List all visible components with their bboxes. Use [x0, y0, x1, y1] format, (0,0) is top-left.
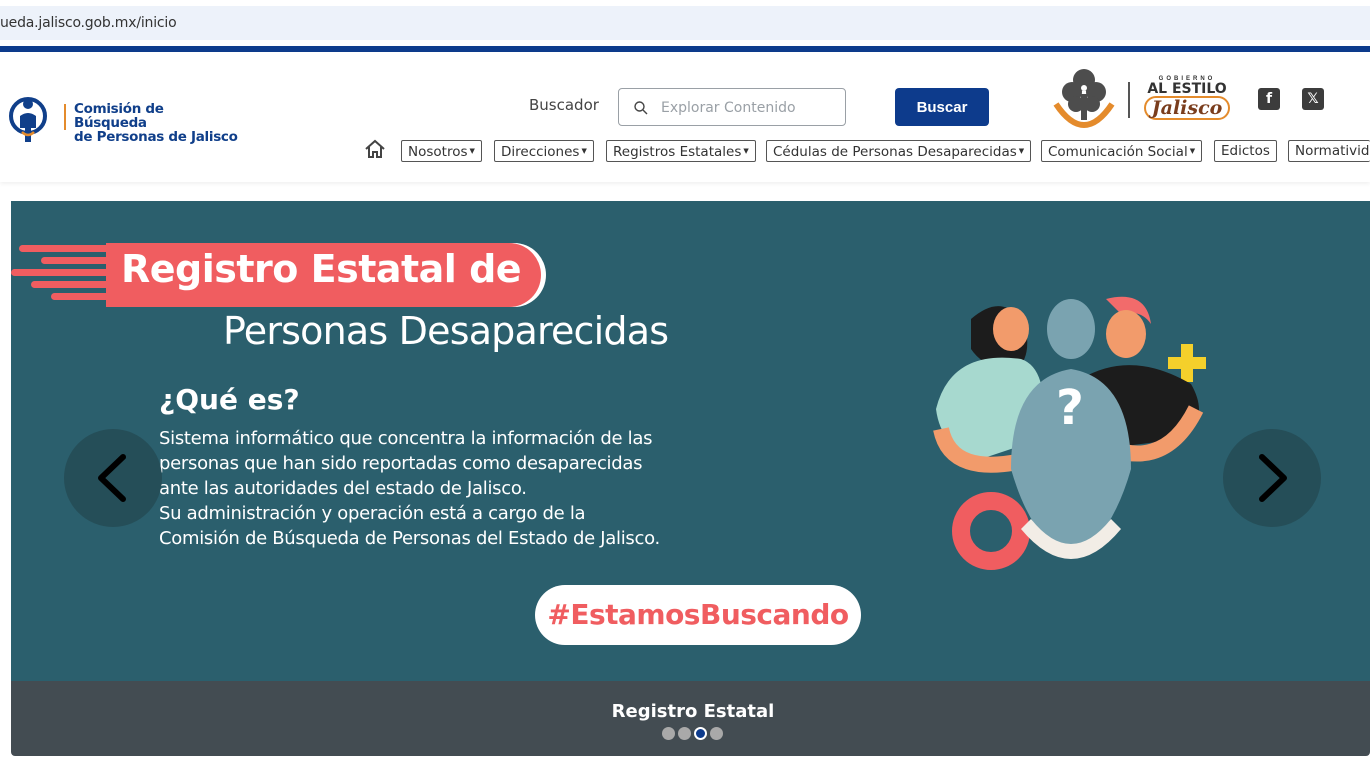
jalisco-logo-name: Jalisco	[1143, 96, 1231, 120]
nav-item-edictos[interactable]: Edictos	[1214, 140, 1277, 162]
gov-logo-divider	[1128, 82, 1130, 118]
site-header: Comisión de Búsqueda de Personas de Jali…	[0, 52, 1370, 182]
carousel-next-button[interactable]	[1223, 429, 1321, 527]
url-text[interactable]: ueda.jalisco.gob.mx/inicio	[0, 15, 177, 31]
caret-down-icon: ▼	[743, 147, 749, 155]
caret-down-icon: ▼	[1018, 147, 1025, 155]
banner-title: Registro Estatal de	[121, 247, 522, 291]
nav-label: Direcciones	[501, 144, 580, 160]
site-logo[interactable]: Comisión de Búsqueda de Personas de Jali…	[8, 92, 238, 148]
search-label: Buscador	[529, 96, 599, 114]
description-line: personas que han sido reportadas como de…	[159, 453, 643, 474]
question-heading: ¿Qué es?	[159, 383, 300, 416]
logo-text: Comisión de Búsqueda de Personas de Jali…	[74, 102, 238, 144]
nav-label: Edictos	[1221, 143, 1270, 159]
home-icon[interactable]	[364, 138, 386, 160]
x-twitter-icon[interactable]: 𝕏	[1302, 88, 1324, 110]
hashtag-badge: #EstamosBuscando	[535, 585, 861, 645]
nav-item-cedulas[interactable]: Cédulas de Personas Desaparecidas ▼	[766, 140, 1032, 162]
description-line: Su administración y operación está a car…	[159, 503, 586, 524]
nav-item-normatividad[interactable]: Normatividad	[1288, 140, 1370, 162]
nav-label: Cédulas de Personas Desaparecidas	[773, 144, 1017, 160]
carousel-indicator-3[interactable]	[694, 727, 707, 740]
search-input[interactable]	[661, 97, 837, 119]
gobierno-tree-logo-icon[interactable]	[1052, 66, 1116, 134]
banner-subtitle: Personas Desaparecidas	[223, 309, 669, 353]
slide-description: Sistema informático que concentra la inf…	[159, 426, 719, 551]
caret-down-icon: ▼	[469, 147, 475, 155]
nav-item-comunicacion-social[interactable]: Comunicación Social ▼	[1041, 140, 1203, 162]
chevron-right-icon	[1259, 454, 1287, 502]
nav-label: Comunicación Social	[1048, 144, 1188, 160]
facebook-icon[interactable]: f	[1258, 88, 1280, 110]
carousel-indicator-4[interactable]	[710, 727, 723, 740]
nav-label: Nosotros	[408, 144, 468, 160]
svg-text:?: ?	[1056, 380, 1084, 436]
jalisco-logo[interactable]: GOBIERNO AL ESTILO Jalisco	[1140, 76, 1234, 124]
carousel-indicator-1[interactable]	[662, 727, 675, 740]
nav-item-direcciones[interactable]: Direcciones ▼	[494, 140, 594, 162]
chevron-left-icon	[98, 454, 126, 502]
logo-divider	[64, 104, 66, 130]
hero-carousel[interactable]: Registro Estatal de Personas Desaparecid…	[11, 201, 1370, 681]
carousel-indicator-2[interactable]	[678, 727, 691, 740]
comision-logo-icon	[9, 97, 47, 142]
search-icon	[634, 101, 648, 115]
description-line: Comisión de Búsqueda de Personas del Est…	[159, 528, 660, 549]
logo-line-1: Comisión de Búsqueda	[74, 101, 164, 131]
nav-item-nosotros[interactable]: Nosotros ▼	[401, 140, 482, 162]
search-button[interactable]: Buscar	[895, 88, 989, 126]
carousel-caption: Registro Estatal	[11, 681, 1370, 756]
address-bar[interactable]: ueda.jalisco.gob.mx/inicio	[0, 6, 1370, 40]
caret-down-icon: ▼	[581, 147, 587, 155]
logo-line-2: de Personas de Jalisco	[74, 129, 238, 145]
caret-down-icon: ▼	[1189, 147, 1196, 155]
caption-title: Registro Estatal	[611, 701, 775, 722]
search-field[interactable]	[618, 88, 846, 126]
nav-label: Normatividad	[1295, 143, 1370, 159]
description-line: ante las autoridades del estado de Jalis…	[159, 478, 527, 499]
nav-label: Registros Estatales	[613, 144, 742, 160]
missing-persons-illustration: ?	[933, 296, 1206, 570]
nav-item-registros-estatales[interactable]: Registros Estatales ▼	[606, 140, 756, 162]
description-line: Sistema informático que concentra la inf…	[159, 428, 653, 449]
jalisco-logo-text: AL ESTILO	[1147, 81, 1227, 97]
speed-lines-decoration	[11, 245, 115, 300]
carousel-prev-button[interactable]	[64, 429, 162, 527]
